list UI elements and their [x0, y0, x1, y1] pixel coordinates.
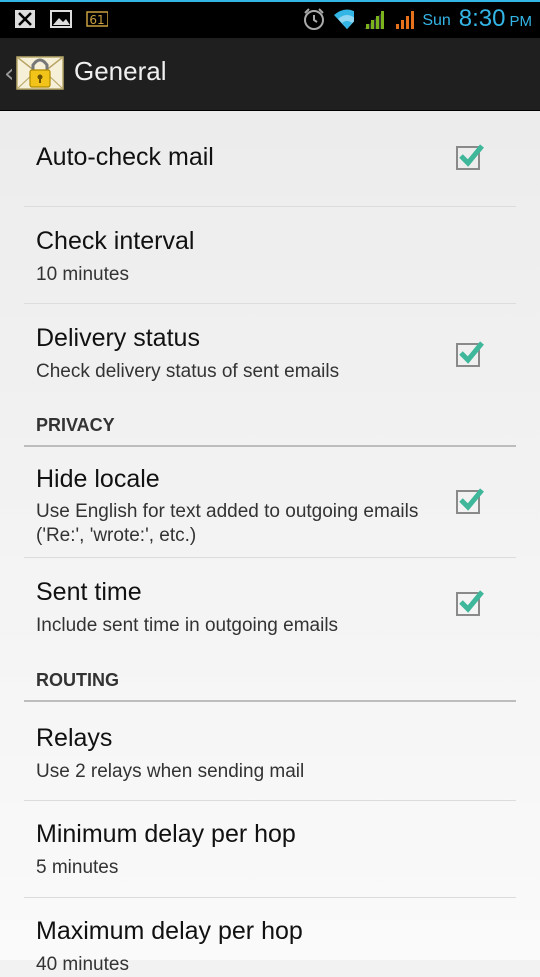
pref-relays[interactable]: Relays Use 2 relays when sending mail [24, 702, 516, 800]
pref-summary: Use 2 relays when sending mail [36, 761, 305, 782]
checkbox-checked-icon[interactable] [454, 141, 488, 175]
pref-title: Relays [36, 724, 113, 752]
pref-summary: Check delivery status of sent emails [36, 361, 340, 382]
checkbox-checked-icon[interactable] [454, 587, 488, 621]
pref-title: Maximum delay per hop [36, 917, 303, 945]
signal-green-icon [362, 8, 385, 30]
pref-summary: Include sent time in outgoing emails [36, 615, 339, 636]
checkbox-checked-icon[interactable] [454, 485, 488, 519]
wifi-icon [332, 8, 355, 30]
envelope-lock-icon [16, 53, 65, 95]
page-title: General [74, 56, 167, 86]
pref-title: Check interval [36, 227, 195, 255]
pref-hide-locale[interactable]: Hide locale Use English for text added t… [24, 447, 516, 557]
battery-level-icon: 61 [86, 8, 108, 30]
category-routing: ROUTING [36, 670, 119, 690]
pref-sent-time[interactable]: Sent time Include sent time in outgoing … [24, 558, 516, 656]
up-button[interactable]: ‹ [0, 38, 65, 110]
status-ampm: PM [509, 13, 533, 30]
pref-summary: 10 minutes [36, 264, 129, 285]
pref-summary: 40 minutes [36, 954, 129, 975]
battery-text: 61 [89, 13, 104, 27]
settings-list: Auto-check mail Check interval 10 minute… [0, 111, 540, 975]
status-day: Sun [422, 12, 451, 29]
pref-summary: Use English for text added to outgoing e… [36, 501, 419, 546]
status-time: 8:30 [458, 5, 506, 32]
pref-title: Delivery status [36, 324, 200, 352]
pref-maximum-delay[interactable]: Maximum delay per hop 40 minutes [24, 898, 516, 975]
pref-summary: 5 minutes [36, 857, 119, 878]
pref-title: Sent time [36, 578, 142, 606]
pref-title: Minimum delay per hop [36, 820, 296, 848]
checkbox-checked-icon[interactable] [454, 338, 488, 372]
pref-title: Auto-check mail [36, 143, 214, 171]
pref-auto-check-mail[interactable]: Auto-check mail [24, 111, 516, 207]
pref-delivery-status[interactable]: Delivery status Check delivery status of… [24, 304, 516, 400]
action-bar: ‹ General [0, 38, 540, 111]
pref-check-interval[interactable]: Check interval 10 minutes [24, 207, 516, 304]
image-icon [50, 8, 72, 30]
category-privacy: PRIVACY [36, 415, 115, 435]
signal-orange-icon [392, 8, 415, 30]
back-caret-icon: ‹ [4, 59, 15, 89]
alarm-icon [302, 8, 325, 30]
usb-debug-icon [14, 8, 36, 30]
status-bar: 61 Sun 8:30 PM [0, 0, 540, 38]
pref-minimum-delay[interactable]: Minimum delay per hop 5 minutes [24, 801, 516, 897]
pref-title: Hide locale [36, 465, 160, 493]
